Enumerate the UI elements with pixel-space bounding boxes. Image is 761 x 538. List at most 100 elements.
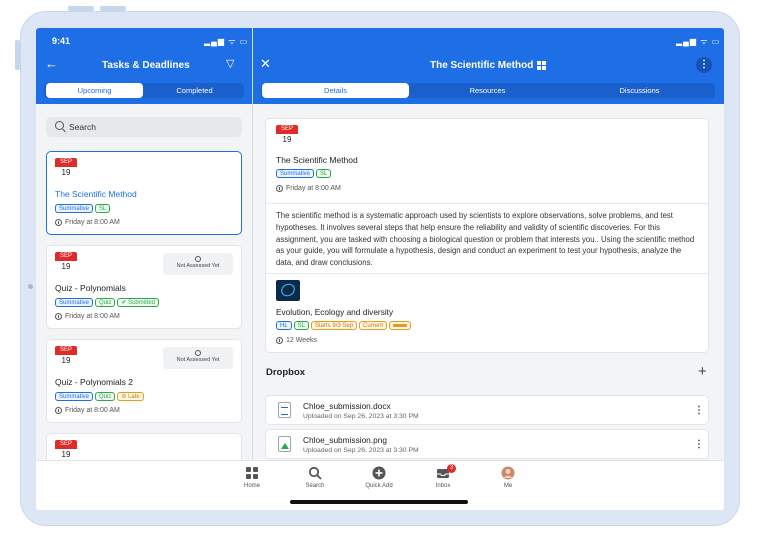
calendar-month: SEP [55, 252, 77, 261]
back-arrow-icon[interactable]: ← [45, 57, 58, 71]
task-card[interactable]: SEP 19 Not Assessed Yet Quiz - Polynomia… [46, 245, 242, 329]
file-item[interactable]: Chloe_submission.png Uploaded on Sep 26,… [265, 429, 709, 459]
detail-title: The Scientific Method [276, 155, 358, 165]
tag-quiz: Quiz [95, 298, 116, 307]
tag-summative: Summative [276, 169, 315, 178]
assessment-status-text: Not Assessed Yet [176, 263, 220, 269]
status-time: 9:41 [52, 36, 71, 46]
calendar-icon: SEP 19 [55, 440, 77, 460]
tab-label: Home [243, 483, 260, 489]
clock-icon [55, 219, 62, 226]
file-more-icon[interactable]: ⋮ [694, 440, 704, 450]
status-icons: ▂▄▆ ᯤ ▭ [204, 37, 249, 46]
pending-icon [195, 256, 201, 262]
tag-submitted-label: Submitted [128, 300, 156, 306]
unit-thumbnail [276, 280, 300, 301]
right-pane-title: The Scientific Method [430, 60, 534, 71]
clock-icon [276, 185, 283, 192]
close-icon[interactable]: ✕ [260, 57, 271, 71]
task-due: Friday at 8:00 AM [55, 313, 120, 320]
calendar-icon: SEP 19 [55, 158, 77, 178]
task-card[interactable]: SEP 19 Not Assessed Yet Quiz - Polynomia… [46, 339, 242, 423]
assessment-status-text: Not Assessed Yet [176, 357, 220, 363]
task-tags: Summative SL [55, 204, 111, 213]
task-title: Quiz - Polynomials 2 [55, 377, 133, 387]
grid-icon [246, 467, 258, 479]
doc-icon [278, 402, 291, 418]
progress-bar [393, 323, 408, 327]
tab-resources[interactable]: Resources [414, 83, 561, 98]
task-tags: Summative Quiz ⊘ Late [55, 392, 144, 401]
tab-quick-add[interactable]: Quick Add [359, 466, 399, 489]
tag-sl: SL [316, 169, 332, 178]
power-button [15, 40, 20, 70]
calendar-icon: SEP 19 [55, 252, 77, 272]
unit-tags: HL SL Starts 9/3 Sep Current [276, 321, 412, 330]
tab-inbox[interactable]: 3 Inbox [423, 464, 463, 489]
filter-icon[interactable]: ▽ [226, 57, 234, 71]
dropbox-title: Dropbox [266, 367, 306, 378]
divider [266, 203, 708, 204]
tag-current: Current [359, 321, 388, 330]
task-due-text: Friday at 8:00 AM [65, 407, 120, 414]
tab-completed[interactable]: Completed [146, 83, 243, 98]
calendar-month: SEP [55, 158, 77, 167]
tab-upcoming[interactable]: Upcoming [46, 83, 143, 98]
calendar-month: SEP [55, 346, 77, 355]
divider [266, 273, 708, 274]
tag-progress [389, 321, 412, 330]
volume-button [68, 6, 94, 11]
home-indicator[interactable] [290, 500, 468, 504]
calendar-month: SEP [276, 125, 298, 134]
add-file-icon[interactable]: + [698, 363, 707, 380]
search-placeholder: Search [69, 122, 96, 132]
pending-icon [195, 350, 201, 356]
file-meta: Uploaded on Sep 26, 2023 at 3:30 PM [303, 413, 419, 420]
file-meta: Uploaded on Sep 26, 2023 at 3:30 PM [303, 447, 419, 454]
tab-discussions[interactable]: Discussions [566, 83, 713, 98]
grid-icon [537, 61, 546, 70]
detail-due-text: Friday at 8:00 AM [286, 185, 341, 192]
calendar-day: 19 [55, 261, 77, 272]
task-card[interactable]: SEP 19 The Scientific Method Summative S… [46, 151, 242, 235]
unit-title[interactable]: Evolution, Ecology and diversity [276, 307, 393, 317]
tag-late: ⊘ Late [117, 392, 144, 401]
camera-dot [28, 284, 33, 289]
task-title: Quiz - Polynomials [55, 283, 126, 293]
detail-due: Friday at 8:00 AM [276, 185, 341, 192]
file-more-icon[interactable]: ⋮ [694, 406, 704, 416]
clock-icon [276, 337, 283, 344]
assessment-status: Not Assessed Yet [163, 253, 233, 275]
tab-label: Search [305, 483, 325, 489]
task-due-text: Friday at 8:00 AM [65, 313, 120, 320]
detail-description: The scientific method is a systematic ap… [276, 211, 695, 268]
file-item[interactable]: Chloe_submission.docx Uploaded on Sep 26… [265, 395, 709, 425]
tag-quiz: Quiz [95, 392, 116, 401]
calendar-day: 19 [55, 355, 77, 366]
tab-home[interactable]: Home [232, 466, 272, 489]
search-icon [308, 466, 322, 480]
file-name: Chloe_submission.docx [303, 401, 391, 411]
task-detail-card: SEP 19 The Scientific Method Summative S… [265, 118, 709, 353]
clock-icon [55, 407, 62, 414]
task-due: Friday at 8:00 AM [55, 407, 120, 414]
tag-hl: HL [276, 321, 292, 330]
calendar-day: 19 [55, 167, 77, 178]
detail-tags: Summative SL [276, 169, 332, 178]
assessment-status: Not Assessed Yet [163, 347, 233, 369]
app-screen: 9:41 ▂▄▆ ᯤ ▭ ▂▄▆ ᯤ ▭ ← Tasks & Deadlines… [36, 28, 724, 510]
search-input[interactable]: Search [46, 117, 242, 137]
tag-submitted: ✔ Submitted [117, 298, 160, 307]
calendar-day: 19 [276, 134, 298, 145]
more-options-icon[interactable]: ⋮ [696, 57, 712, 73]
tag-start-date: Starts 9/3 Sep [311, 321, 358, 330]
tab-details[interactable]: Details [262, 83, 409, 98]
tab-label: Me [503, 483, 513, 489]
tag-sl: SL [95, 204, 111, 213]
plus-circle-icon [372, 466, 386, 480]
tab-label: Inbox [435, 483, 451, 489]
tab-me[interactable]: Me [488, 466, 528, 489]
tag-summative: Summative [55, 298, 94, 307]
tab-search[interactable]: Search [295, 466, 335, 489]
calendar-icon: SEP 19 [276, 125, 298, 145]
